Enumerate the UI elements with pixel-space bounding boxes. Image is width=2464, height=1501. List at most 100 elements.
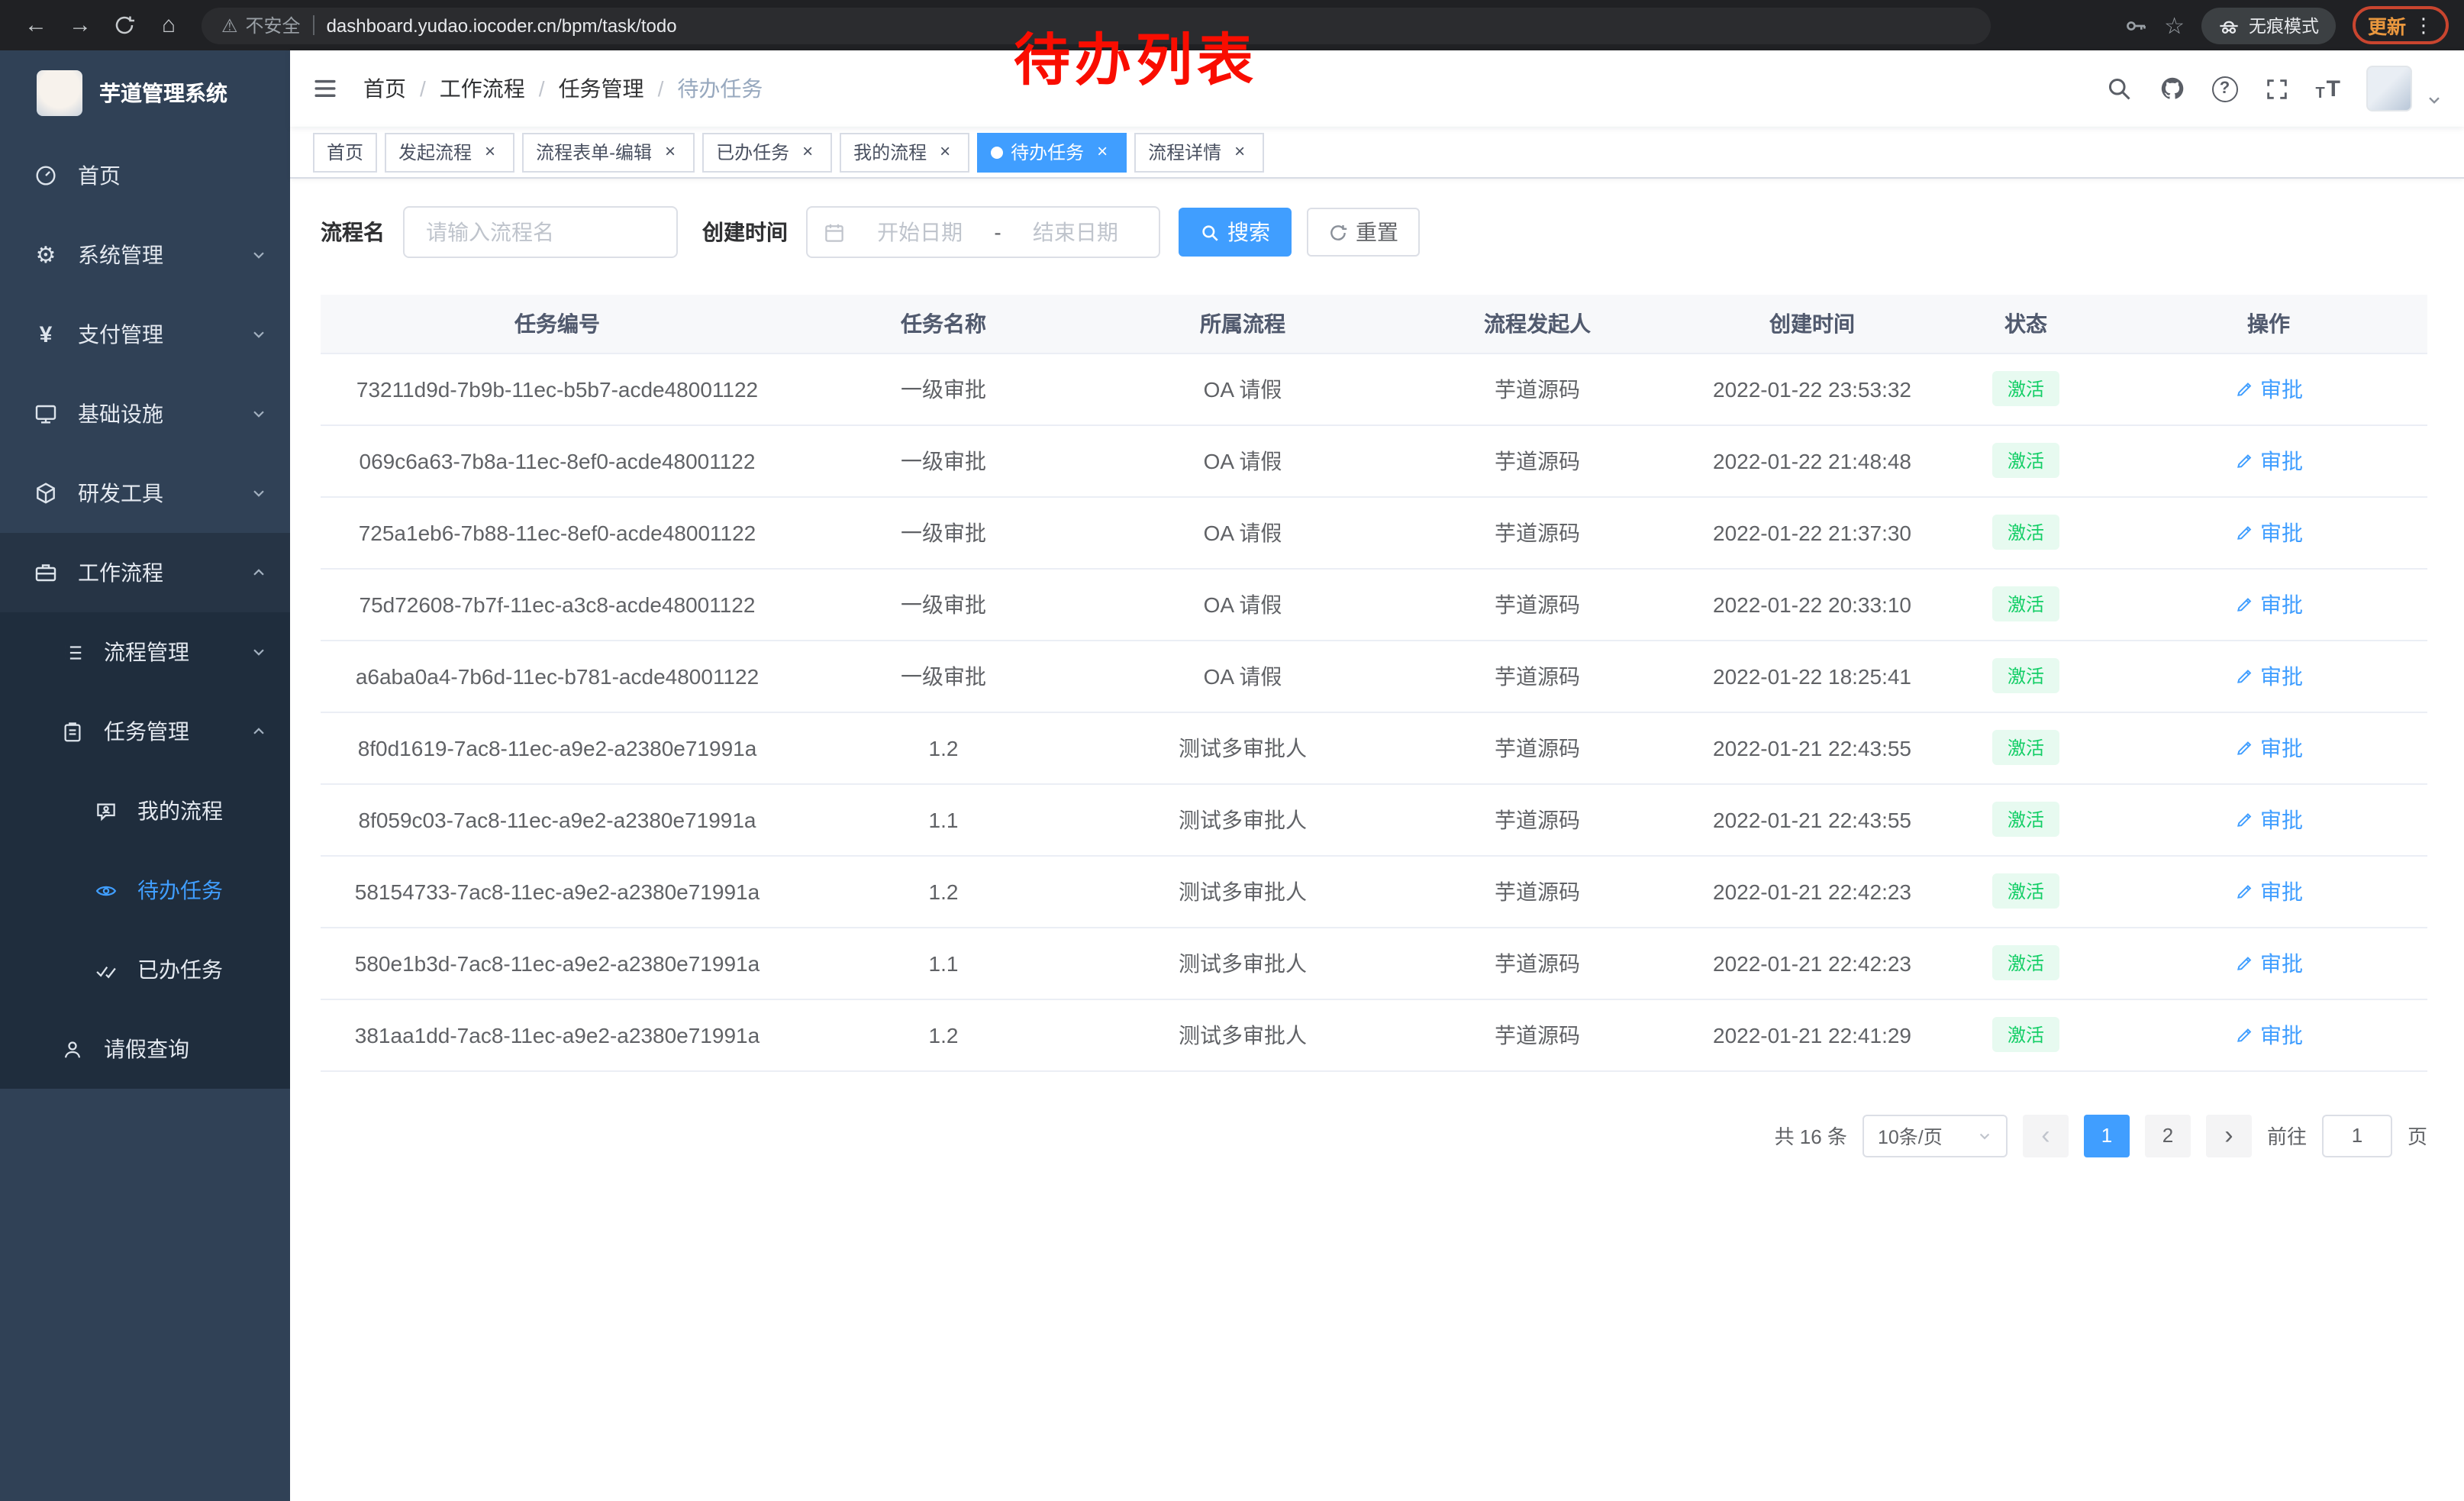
tab-process-detail[interactable]: 流程详情 × (1134, 132, 1264, 172)
browser-home-button[interactable]: ⌂ (148, 5, 189, 46)
sidebar-item-payment-management[interactable]: ¥ 支付管理 (0, 295, 290, 374)
sidebar-toggle-button[interactable] (311, 75, 339, 102)
status-badge: 激活 (1992, 945, 2059, 980)
col-task-name: 任务名称 (794, 295, 1093, 353)
header-search-button[interactable] (2104, 75, 2132, 102)
omnibox-divider (313, 15, 314, 35)
browser-forward-button[interactable]: → (60, 5, 101, 46)
chevron-down-icon (250, 405, 267, 422)
font-size-button[interactable]: TT (2315, 76, 2340, 102)
tab-start-process[interactable]: 发起流程 × (385, 132, 514, 172)
browser-actions: ☆ 无痕模式 更新 ⋮ (2123, 6, 2449, 44)
edit-icon (2234, 594, 2254, 614)
sidebar-item-my-processes[interactable]: 我的流程 (0, 771, 290, 851)
approve-link[interactable]: 审批 (2234, 732, 2303, 763)
approve-link[interactable]: 审批 (2234, 947, 2303, 978)
sidebar-item-todo-tasks[interactable]: 待办任务 (0, 851, 290, 930)
sidebar-item-system-management[interactable]: ⚙ 系统管理 (0, 215, 290, 295)
end-date-placeholder[interactable]: 结束日期 (1008, 217, 1143, 247)
tab-home[interactable]: 首页 (313, 132, 377, 172)
hamburger-icon (311, 75, 339, 102)
tab-done-tasks[interactable]: 已办任务 × (702, 132, 832, 172)
prev-page-button[interactable]: ‹ (2023, 1114, 2069, 1157)
page-button-2[interactable]: 2 (2145, 1114, 2191, 1157)
date-range-picker[interactable]: 开始日期 - 结束日期 (806, 206, 1160, 258)
approve-link[interactable]: 审批 (2234, 804, 2303, 834)
sidebar-item-dev-tools[interactable]: 研发工具 (0, 454, 290, 533)
chevron-up-icon (250, 564, 267, 581)
breadcrumb-item-task-management[interactable]: 任务管理 (559, 73, 644, 104)
filter-bar: 流程名 创建时间 开始日期 - 结束日期 搜索 (321, 206, 2427, 258)
table-row: 58154733-7ac8-11ec-a9e2-a2380e71991a 1.2… (321, 855, 2427, 927)
browser-menu-icon[interactable]: ⋮ (2414, 13, 2433, 37)
breadcrumb-item-workflow[interactable]: 工作流程 (440, 73, 525, 104)
incognito-label: 无痕模式 (2249, 13, 2319, 37)
process-name-input[interactable] (403, 206, 678, 258)
col-initiator: 流程发起人 (1392, 295, 1682, 353)
goto-page-input[interactable] (2322, 1114, 2392, 1157)
user-avatar[interactable] (2366, 66, 2412, 111)
close-icon[interactable]: × (479, 141, 501, 163)
key-icon[interactable] (2123, 13, 2147, 37)
sidebar-item-home[interactable]: 首页 (0, 136, 290, 215)
avatar-caret-down-icon[interactable] (2426, 91, 2443, 108)
search-icon (1200, 222, 1220, 242)
table-row: 381aa1dd-7ac8-11ec-a9e2-a2380e71991a 1.2… (321, 999, 2427, 1070)
monitor-icon (32, 402, 60, 426)
close-icon[interactable]: × (660, 141, 681, 163)
chevron-down-icon (250, 247, 267, 263)
edit-icon (2234, 881, 2254, 901)
sidebar-item-process-management[interactable]: 流程管理 (0, 612, 290, 692)
approve-link[interactable]: 审批 (2234, 373, 2303, 404)
browser-update-button[interactable]: 更新 ⋮ (2353, 6, 2449, 44)
approve-link[interactable]: 审批 (2234, 445, 2303, 476)
gear-icon: ⚙ (32, 241, 60, 269)
approve-link[interactable]: 审批 (2234, 1019, 2303, 1050)
chevron-up-icon (250, 723, 267, 740)
tab-process-form-edit[interactable]: 流程表单-编辑 × (522, 132, 695, 172)
dashboard-icon (32, 163, 60, 188)
sidebar-item-leave-query[interactable]: 请假查询 (0, 1009, 290, 1089)
search-button[interactable]: 搜索 (1179, 208, 1292, 257)
sidebar-item-workflow[interactable]: 工作流程 (0, 533, 290, 612)
table-row: 069c6a63-7b8a-11ec-8ef0-acde48001122 一级审… (321, 424, 2427, 496)
next-page-button[interactable]: › (2206, 1114, 2252, 1157)
table-row: 580e1b3d-7ac8-11ec-a9e2-a2380e71991a 1.1… (321, 927, 2427, 999)
close-icon[interactable]: × (797, 141, 818, 163)
status-badge: 激活 (1992, 1017, 2059, 1052)
start-date-placeholder[interactable]: 开始日期 (852, 217, 988, 247)
approve-link[interactable]: 审批 (2234, 517, 2303, 547)
sidebar-item-task-management[interactable]: 任务管理 (0, 692, 290, 771)
reset-button[interactable]: 重置 (1307, 208, 1420, 257)
chevron-down-icon (250, 644, 267, 660)
approve-link[interactable]: 审批 (2234, 589, 2303, 619)
yen-icon: ¥ (32, 321, 60, 347)
todo-task-table: 任务编号 任务名称 所属流程 流程发起人 创建时间 状态 操作 73211d9d… (321, 295, 2427, 1071)
browser-reload-button[interactable] (104, 5, 145, 46)
page-size-select[interactable]: 10条/页 (1863, 1114, 2008, 1157)
breadcrumb-item-home[interactable]: 首页 (363, 73, 406, 104)
sidebar-item-infrastructure[interactable]: 基础设施 (0, 374, 290, 454)
security-warning[interactable]: ⚠ 不安全 (221, 12, 301, 38)
sidebar-item-done-tasks[interactable]: 已办任务 (0, 930, 290, 1009)
github-button[interactable] (2158, 75, 2185, 102)
tab-my-processes[interactable]: 我的流程 × (840, 132, 969, 172)
bookmark-star-icon[interactable]: ☆ (2164, 11, 2185, 39)
tab-todo-tasks[interactable]: 待办任务 × (977, 132, 1127, 172)
close-icon[interactable]: × (934, 141, 956, 163)
app-logo[interactable]: 芋道管理系统 (0, 50, 290, 136)
screenshot-root: ← → ⌂ ⚠ 不安全 dashboard.yudao.iocoder.cn/b… (0, 0, 2464, 1501)
chevron-down-icon (250, 326, 267, 343)
approve-link[interactable]: 审批 (2234, 876, 2303, 906)
close-icon[interactable]: × (1092, 141, 1113, 163)
approve-link[interactable]: 审批 (2234, 660, 2303, 691)
table-row: 73211d9d-7b9b-11ec-b5b7-acde48001122 一级审… (321, 353, 2427, 424)
page-button-1[interactable]: 1 (2084, 1114, 2130, 1157)
warning-icon: ⚠ (221, 15, 238, 36)
url-text: dashboard.yudao.iocoder.cn/bpm/task/todo (327, 15, 677, 36)
fullscreen-button[interactable] (2263, 76, 2289, 102)
update-label: 更新 (2368, 11, 2406, 40)
browser-back-button[interactable]: ← (15, 5, 56, 46)
help-icon[interactable]: ? (2211, 76, 2237, 102)
close-icon[interactable]: × (1229, 141, 1250, 163)
